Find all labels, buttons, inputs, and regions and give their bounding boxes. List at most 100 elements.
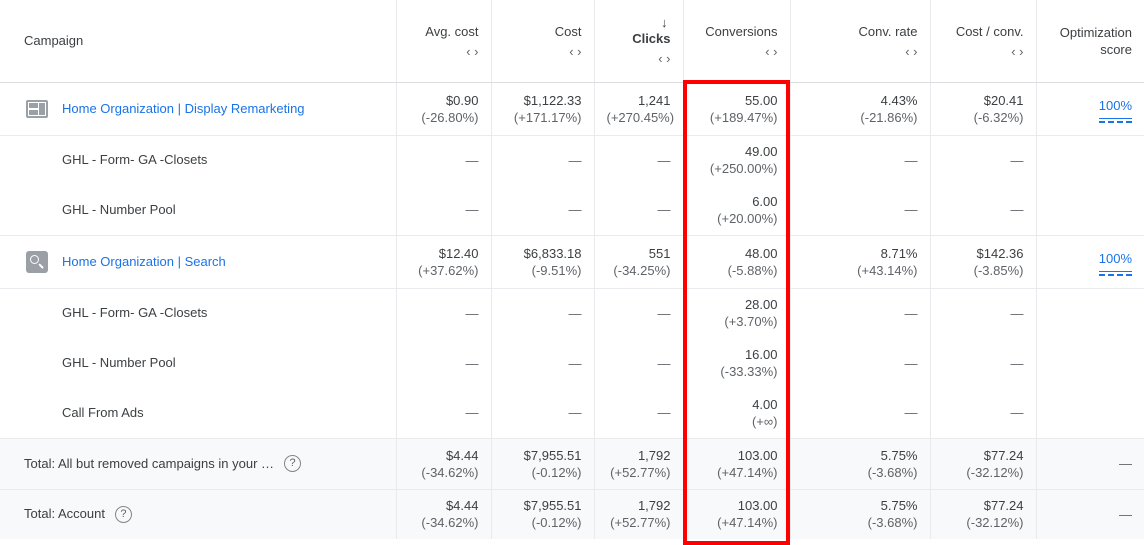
table-row: Home Organization | Display Remarketing $… [0, 82, 1144, 136]
optimization-score-value: — [1119, 506, 1132, 522]
cell-cost: — [490, 135, 594, 185]
column-resize-handle-icon[interactable]: ‹ › [504, 44, 581, 59]
conversion-action-name: GHL - Number Pool [62, 201, 176, 217]
metric-value: 55.00 [744, 92, 778, 108]
cell-conv: 16.00 (-33.33%) [682, 338, 790, 388]
metric-value: — [1010, 405, 1024, 421]
total-row-label: Total: All but removed campaigns in your… [24, 455, 275, 471]
column-header-label: Conversions [705, 23, 778, 39]
help-icon[interactable]: ? [284, 455, 302, 472]
column-header-cost[interactable]: Cost ‹ › [490, 0, 594, 83]
cell-conv-rate: — [789, 338, 930, 388]
metric-value: $142.36 [976, 245, 1024, 261]
column-header-campaign[interactable]: Campaign [0, 0, 396, 83]
cell-cost: — [490, 338, 594, 388]
metric-value: — [465, 305, 479, 321]
cell-cost: $1,122.33 (+171.17%) [490, 82, 594, 136]
metric-change: (+171.17%) [513, 109, 582, 125]
no-icon-spacer [24, 302, 50, 324]
metric-value: — [904, 202, 918, 218]
column-resize-handle-icon[interactable]: ‹ › [696, 44, 777, 59]
metric-value: — [465, 405, 479, 421]
column-resize-handle-icon[interactable]: ‹ › [409, 44, 478, 59]
cell-cost-conv: — [929, 288, 1036, 338]
optimization-score-link[interactable]: 100% [1098, 98, 1133, 123]
metric-value: $20.41 [983, 92, 1024, 108]
metric-value: 16.00 [744, 347, 778, 362]
column-resize-handle-icon[interactable]: ‹ › [607, 52, 670, 66]
metric-value: — [568, 355, 582, 371]
metric-value: $7,955.51 [523, 498, 582, 514]
cell-avg-cost: — [395, 388, 491, 439]
metric-value: 49.00 [744, 144, 778, 160]
metric-value: — [465, 355, 479, 371]
cell-clicks: 1,792 (+52.77%) [593, 438, 683, 490]
column-header-clicks[interactable]: ↓ Clicks ‹ › [593, 0, 683, 83]
metric-value: — [1010, 202, 1024, 218]
cell-conv-rate: — [789, 288, 930, 338]
column-header-cost_conv[interactable]: Cost / conv. ‹ › [929, 0, 1036, 83]
help-icon[interactable]: ? [114, 505, 132, 523]
column-header-label: Optimization score [1059, 24, 1132, 57]
cell-optimization-score [1035, 388, 1144, 439]
cell-conv: 28.00 (+3.70%) [682, 288, 790, 338]
cell-conv: 49.00 (+250.00%) [682, 135, 790, 185]
conversion-action-name: GHL - Number Pool [62, 355, 176, 370]
metric-value: $7,955.51 [523, 447, 582, 463]
metric-change: (-21.86%) [860, 109, 918, 125]
cell-optimization-score [1035, 288, 1144, 338]
campaign-name-link[interactable]: Home Organization | Display Remarketing [62, 100, 305, 118]
cell-avg-cost: $0.90 (-26.80%) [395, 82, 491, 136]
campaign-name-link[interactable]: Home Organization | Search [62, 253, 226, 271]
metric-change: (-26.80%) [421, 109, 479, 125]
cell-avg-cost: $12.40 (+37.62%) [395, 235, 491, 289]
cell-cost-conv: $20.41 (-6.32%) [929, 82, 1036, 136]
table-total-row: Total: Account? $4.44 (-34.62%) $7,955.51 (-… [0, 489, 1144, 539]
cell-cost-conv: — [929, 185, 1036, 236]
metric-value: 1,792 [637, 447, 671, 463]
cell-optimization-score [1035, 135, 1144, 185]
cell-avg-cost: $4.44 (-34.62%) [395, 489, 491, 539]
cell-conv-rate: — [789, 135, 930, 185]
column-header-avg_cost[interactable]: Avg. cost ‹ › [395, 0, 491, 83]
search-campaign-icon [24, 250, 50, 273]
cell-campaign: GHL - Form- GA -Closets [0, 288, 396, 338]
sort-descending-icon: ↓ [661, 15, 668, 31]
metric-value: $4.44 [445, 447, 479, 463]
column-resize-handle-icon[interactable]: ‹ › [803, 44, 917, 59]
cell-clicks: 1,241 (+270.45%) [593, 82, 683, 136]
cell-cost-conv: $142.36 (-3.85%) [929, 235, 1036, 289]
no-icon-spacer [24, 402, 50, 424]
optimization-score-link[interactable]: 100% [1098, 251, 1133, 276]
metric-value: — [568, 305, 582, 321]
cell-conv: 55.00 (+189.47%) [682, 82, 790, 136]
cell-conv-rate: 5.75% (-3.68%) [789, 438, 930, 490]
cell-conv: 48.00 (-5.88%) [682, 235, 790, 289]
display-campaign-icon [24, 98, 50, 120]
metric-value: — [568, 152, 582, 168]
metric-value: — [1010, 355, 1024, 371]
cell-cost: $7,955.51 (-0.12%) [490, 438, 594, 490]
metric-value: 551 [648, 245, 671, 261]
metric-change: (+43.14%) [857, 262, 918, 278]
column-header-label: Cost [554, 23, 582, 39]
cell-conv-rate: 4.43% (-21.86%) [789, 82, 930, 136]
cell-campaign: Home Organization | Display Remarketing [0, 82, 396, 136]
cell-avg-cost: $4.44 (-34.62%) [395, 438, 491, 490]
table-body: Home Organization | Display Remarketing $… [0, 82, 1144, 539]
column-header-conv[interactable]: Conversions ‹ › [682, 0, 790, 83]
metric-value: $4.44 [445, 498, 479, 514]
metric-change: (-0.12%) [531, 464, 582, 480]
column-header-opt_score[interactable]: Optimization score [1035, 0, 1144, 83]
column-resize-handle-icon[interactable]: ‹ › [943, 44, 1023, 59]
metric-value: — [1010, 305, 1024, 321]
cell-optimization-score: 100% [1035, 235, 1144, 289]
column-header-label: Campaign [24, 33, 84, 49]
metric-value: 4.00 [752, 396, 778, 412]
metric-value: 1,792 [637, 498, 671, 514]
column-header-conv_rate[interactable]: Conv. rate ‹ › [789, 0, 930, 83]
metric-change: (+∞) [751, 413, 778, 429]
metric-change: (-32.12%) [966, 464, 1024, 480]
total-row-label: Total: Account [24, 506, 105, 522]
no-icon-spacer [24, 352, 50, 374]
